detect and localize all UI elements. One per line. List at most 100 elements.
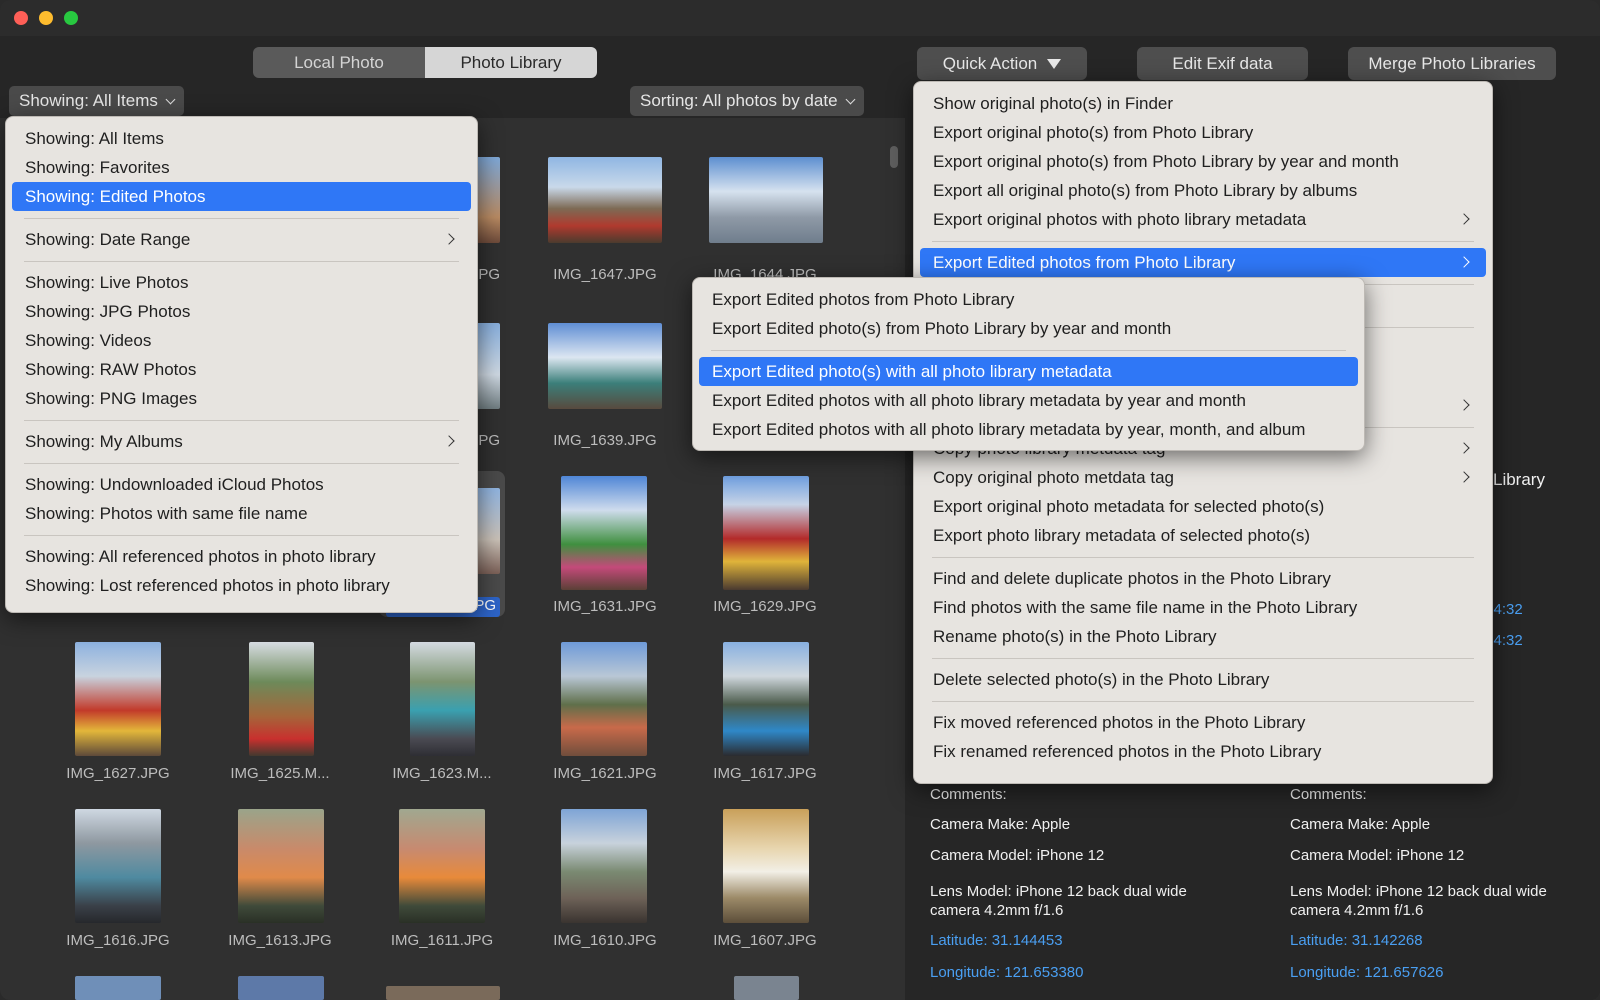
photo-label: IMG_1647.JPG — [553, 266, 657, 283]
export-edited-submenu: Export Edited photos from Photo Library … — [692, 277, 1365, 451]
menu-item-export-original-metadata[interactable]: Export original photo metadata for selec… — [920, 492, 1486, 521]
app-window: Local Photo Photo Library Quick Action E… — [0, 0, 1600, 1000]
menu-item-live-photos[interactable]: Showing: Live Photos — [12, 268, 471, 297]
menu-item-show-in-finder[interactable]: Show original photo(s) in Finder — [920, 89, 1486, 118]
submenu-item-export-edited-by-date[interactable]: Export Edited photo(s) from Photo Librar… — [699, 314, 1358, 343]
menu-item-jpg-photos[interactable]: Showing: JPG Photos — [12, 297, 471, 326]
menu-item-date-range[interactable]: Showing: Date Range — [12, 225, 471, 254]
photo-thumbnail[interactable] — [561, 476, 647, 590]
menu-item-label: Copy original photo metdata tag — [933, 467, 1174, 487]
menu-item-all-referenced[interactable]: Showing: All referenced photos in photo … — [12, 542, 471, 571]
photo-label: IMG_1617.JPG — [713, 765, 817, 782]
quick-action-button[interactable]: Quick Action — [917, 47, 1087, 80]
lens-model: Lens Model: iPhone 12 back dual wide cam… — [930, 883, 1187, 919]
menu-separator — [932, 658, 1474, 659]
photo-thumbnail[interactable] — [238, 809, 324, 923]
sorting-button[interactable]: Sorting: All photos by date — [630, 86, 864, 116]
submenu-item-export-edited-with-metadata[interactable]: Export Edited photo(s) with all photo li… — [699, 357, 1358, 386]
menu-separator — [24, 535, 459, 536]
photo-thumbnail[interactable] — [561, 642, 647, 756]
submenu-item-export-edited-metadata-by-album[interactable]: Export Edited photos with all photo libr… — [699, 415, 1358, 444]
camera-model: Camera Model: iPhone 12 — [930, 847, 1105, 864]
photo-thumbnail[interactable] — [723, 476, 809, 590]
camera-make: Camera Make: Apple — [930, 816, 1071, 833]
menu-item-all-items[interactable]: Showing: All Items — [12, 124, 471, 153]
tab-photo-library[interactable]: Photo Library — [425, 47, 597, 78]
photo-thumbnail[interactable] — [75, 976, 161, 1000]
chevron-right-icon — [1458, 399, 1470, 411]
menu-item-export-library-metadata[interactable]: Export photo library metadata of selecte… — [920, 521, 1486, 550]
minimize-window-button[interactable] — [39, 11, 53, 25]
menu-item-export-original-by-date[interactable]: Export original photo(s) from Photo Libr… — [920, 147, 1486, 176]
showing-menu: Showing: All Items Showing: Favorites Sh… — [5, 116, 478, 613]
menu-item-png-images[interactable]: Showing: PNG Images — [12, 384, 471, 413]
photo-thumbnail[interactable] — [410, 642, 475, 756]
menu-item-undownloaded-icloud[interactable]: Showing: Undownloaded iCloud Photos — [12, 470, 471, 499]
photo-thumbnail[interactable] — [75, 642, 161, 756]
photo-label: IMG_1613.JPG — [228, 932, 332, 949]
menu-item-videos[interactable]: Showing: Videos — [12, 326, 471, 355]
photo-label: IMG_1639.JPG — [553, 432, 657, 449]
photo-thumbnail[interactable] — [249, 642, 314, 756]
menu-item-lost-referenced[interactable]: Showing: Lost referenced photos in photo… — [12, 571, 471, 600]
chevron-right-icon — [1458, 442, 1470, 454]
menu-item-fix-renamed[interactable]: Fix renamed referenced photos in the Pho… — [920, 737, 1486, 766]
photo-label: IMG_1616.JPG — [66, 932, 170, 949]
menu-item-copy-original-tag[interactable]: Copy original photo metdata tag — [920, 463, 1486, 492]
menu-item-delete[interactable]: Delete selected photo(s) in the Photo Li… — [920, 665, 1486, 694]
latitude-link[interactable]: Latitude: 31.144453 — [930, 931, 1063, 950]
longitude-link[interactable]: Longitude: 121.657626 — [1290, 963, 1443, 982]
showing-filter-label: Showing: All Items — [19, 91, 158, 110]
comments-label: Comments: — [930, 786, 1007, 803]
menu-item-same-file-name[interactable]: Showing: Photos with same file name — [12, 499, 471, 528]
menu-separator — [24, 463, 459, 464]
sorting-label: Sorting: All photos by date — [640, 91, 838, 110]
latitude-link[interactable]: Latitude: 31.142268 — [1290, 931, 1423, 950]
zoom-window-button[interactable] — [64, 11, 78, 25]
photo-thumbnail[interactable] — [723, 809, 809, 923]
chevron-down-icon — [845, 94, 855, 104]
menu-item-export-with-metadata[interactable]: Export original photos with photo librar… — [920, 205, 1486, 234]
grid-scrollbar[interactable] — [890, 146, 898, 168]
photo-thumbnail[interactable] — [709, 157, 823, 243]
photo-thumbnail[interactable] — [386, 986, 500, 1000]
menu-separator — [711, 350, 1346, 351]
photo-thumbnail[interactable] — [548, 157, 662, 243]
submenu-item-export-edited[interactable]: Export Edited photos from Photo Library — [699, 285, 1358, 314]
quick-action-label: Quick Action — [942, 53, 1038, 73]
menu-item-edited-photos[interactable]: Showing: Edited Photos — [12, 182, 471, 211]
photo-label: IMG_1629.JPG — [713, 598, 817, 615]
photo-thumbnail[interactable] — [723, 642, 809, 756]
chevron-right-icon — [443, 435, 455, 447]
photo-label: IMG_1623.M... — [392, 765, 492, 782]
photo-thumbnail[interactable] — [548, 323, 662, 409]
longitude-link[interactable]: Longitude: 121.653380 — [930, 963, 1083, 982]
menu-item-export-by-albums[interactable]: Export all original photo(s) from Photo … — [920, 176, 1486, 205]
photo-thumbnail[interactable] — [734, 976, 799, 1000]
menu-item-fix-moved[interactable]: Fix moved referenced photos in the Photo… — [920, 708, 1486, 737]
camera-make: Camera Make: Apple — [1290, 816, 1431, 833]
photo-label: IMG_1611.JPG — [390, 932, 494, 949]
menu-item-rename[interactable]: Rename photo(s) in the Photo Library — [920, 622, 1486, 651]
close-window-button[interactable] — [14, 11, 28, 25]
menu-item-favorites[interactable]: Showing: Favorites — [12, 153, 471, 182]
menu-item-export-original[interactable]: Export original photo(s) from Photo Libr… — [920, 118, 1486, 147]
menu-item-label: Showing: My Albums — [25, 431, 183, 451]
menu-item-find-same-name[interactable]: Find photos with the same file name in t… — [920, 593, 1486, 622]
photo-thumbnail[interactable] — [238, 976, 324, 1000]
menu-item-raw-photos[interactable]: Showing: RAW Photos — [12, 355, 471, 384]
edit-exif-button[interactable]: Edit Exif data — [1137, 47, 1308, 80]
merge-libraries-button[interactable]: Merge Photo Libraries — [1348, 47, 1556, 80]
photo-thumbnail[interactable] — [561, 809, 647, 923]
showing-filter-button[interactable]: Showing: All Items — [9, 86, 184, 116]
menu-item-my-albums[interactable]: Showing: My Albums — [12, 427, 471, 456]
lens-model: Lens Model: iPhone 12 back dual wide cam… — [1290, 883, 1547, 919]
menu-item-export-edited[interactable]: Export Edited photos from Photo Library — [920, 248, 1486, 277]
photo-thumbnail[interactable] — [399, 809, 485, 923]
menu-item-find-duplicates[interactable]: Find and delete duplicate photos in the … — [920, 564, 1486, 593]
submenu-item-export-edited-metadata-by-date[interactable]: Export Edited photos with all photo libr… — [699, 386, 1358, 415]
tab-local-photo[interactable]: Local Photo — [253, 47, 425, 78]
photo-thumbnail[interactable] — [75, 809, 161, 923]
menu-separator — [24, 261, 459, 262]
chevron-right-icon — [1458, 213, 1470, 225]
